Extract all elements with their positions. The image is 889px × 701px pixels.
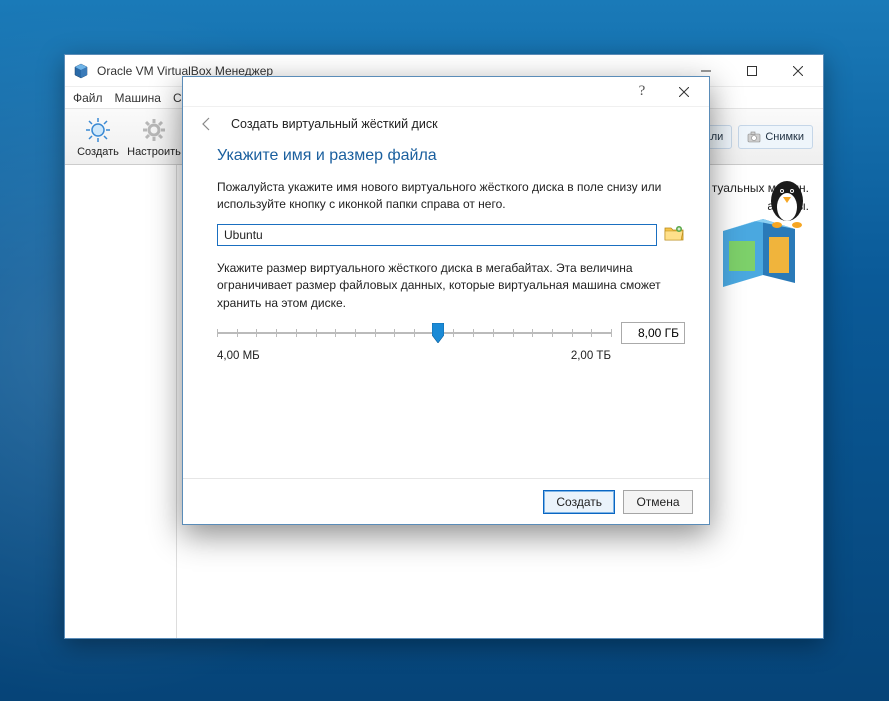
cancel-button[interactable]: Отмена: [623, 490, 693, 514]
step-description-2: Укажите размер виртуального жёсткого дис…: [217, 260, 685, 312]
toolbar-create-button[interactable]: Создать: [71, 111, 125, 163]
app-icon: [73, 63, 89, 79]
slider-ticks: [217, 329, 611, 337]
toolbar-create-label: Создать: [77, 146, 119, 158]
vm-list-sidebar[interactable]: [65, 165, 177, 638]
camera-icon: [747, 130, 761, 144]
browse-folder-button[interactable]: [663, 224, 685, 246]
dialog-help-button[interactable]: ?: [621, 78, 663, 106]
dialog-header: Создать виртуальный жёсткий диск: [183, 107, 709, 141]
dialog-button-row: Создать Отмена: [183, 478, 709, 524]
virtualbox-mascot-image: [709, 171, 813, 291]
menu-help-partial[interactable]: С: [173, 91, 182, 105]
create-button[interactable]: Создать: [543, 490, 615, 514]
dialog-titlebar[interactable]: ?: [183, 77, 709, 107]
disk-size-display[interactable]: 8,00 ГБ: [621, 322, 685, 344]
gear-icon: [140, 116, 168, 144]
new-vm-icon: [84, 116, 112, 144]
slider-min-label: 4,00 МБ: [217, 350, 260, 362]
toolbar-settings-button[interactable]: Настроить: [127, 111, 181, 163]
menu-machine[interactable]: Машина: [115, 91, 161, 105]
create-virtual-disk-dialog: ? Создать виртуальный жёсткий диск Укажи…: [182, 76, 710, 525]
step-description-1: Пожалуйста укажите имя нового виртуально…: [217, 179, 685, 214]
window-close-button[interactable]: [775, 56, 821, 86]
slider-max-label: 2,00 ТБ: [571, 350, 611, 362]
dialog-content: Укажите имя и размер файла Пожалуйста ук…: [183, 141, 709, 478]
step-title: Укажите имя и размер файла: [217, 147, 685, 165]
window-maximize-button[interactable]: [729, 56, 775, 86]
disk-size-slider[interactable]: [217, 323, 611, 343]
dialog-header-title: Создать виртуальный жёсткий диск: [231, 117, 438, 131]
dialog-close-button[interactable]: [663, 78, 705, 106]
folder-icon: [664, 224, 684, 245]
disk-name-input[interactable]: [217, 224, 657, 246]
back-button[interactable]: [197, 114, 217, 134]
tab-snapshots-label: Снимки: [765, 131, 804, 143]
toolbar-settings-label: Настроить: [127, 146, 181, 158]
menu-file[interactable]: Файл: [73, 91, 103, 105]
slider-thumb[interactable]: [432, 323, 444, 343]
tab-snapshots[interactable]: Снимки: [738, 125, 813, 149]
